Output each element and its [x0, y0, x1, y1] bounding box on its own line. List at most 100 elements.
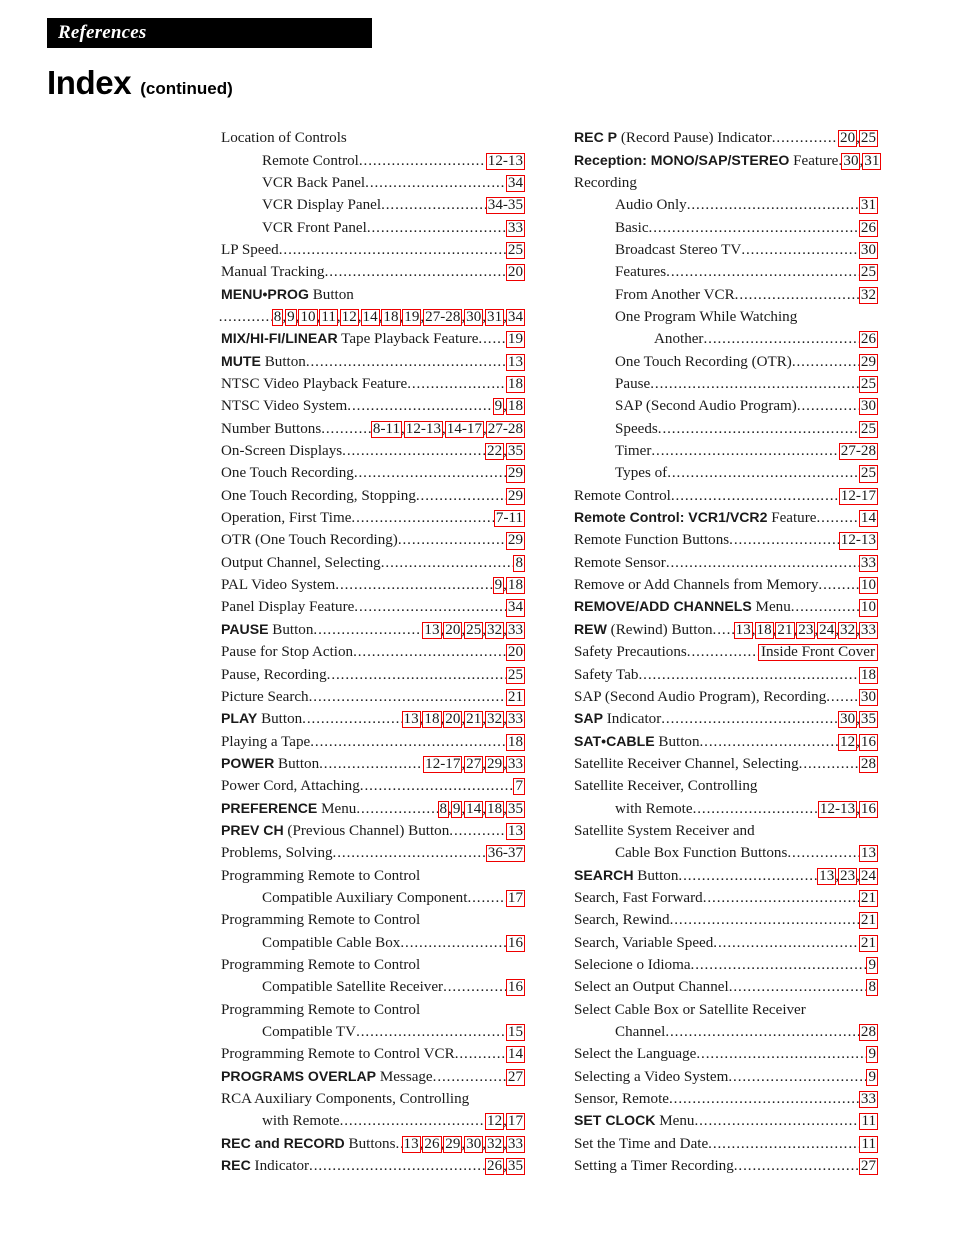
index-entry: Select an Output Channel 8: [574, 973, 878, 997]
leader-dots: [365, 176, 507, 191]
page-number-highlight: 9: [450, 800, 463, 818]
index-entry: Set the Time and Date 11: [574, 1129, 878, 1153]
page-number-group: 9: [866, 1068, 878, 1086]
index-entry-label-bold: REC and RECORD: [221, 1134, 345, 1151]
leader-dots: [792, 355, 860, 370]
leader-dots: [797, 310, 877, 325]
index-entry: PLAY Button 13,18,20,21,32,33: [221, 705, 526, 729]
page-number-highlight: 20: [505, 644, 526, 662]
index-entry-label: Another: [654, 331, 704, 348]
index-entry-label-bold: PREFERENCE: [221, 799, 318, 816]
page-number-highlight: 8: [513, 554, 525, 572]
index-entry: Search, Variable Speed 21: [574, 928, 879, 952]
index-entry-label: Pause: [615, 376, 651, 393]
index-entry-label-plain: Indicator: [602, 711, 662, 728]
leader-dots: [700, 735, 840, 750]
index-entry-label: Problems, Solving: [221, 845, 333, 862]
page-number-highlight: 10: [858, 577, 879, 595]
page-number-highlight: 16: [858, 733, 879, 751]
index-entry: MENU•PROG Button: [221, 280, 524, 303]
leader-dots: [797, 399, 860, 414]
page-number-group: 21: [505, 688, 526, 706]
index-entry: Programming Remote to Control: [221, 906, 524, 928]
leader-dots: [367, 221, 507, 236]
page-number-group: 20: [505, 644, 526, 662]
index-entry-label-bold: REMOVE/ADD CHANNELS: [574, 598, 752, 615]
index-entry-label: Programming Remote to Control: [221, 1001, 421, 1018]
page-number-highlight: 27: [858, 1158, 879, 1176]
index-entry: Operation, First Time 7-11: [221, 504, 526, 528]
leader-dots: [321, 422, 372, 437]
page-number-group: 16: [505, 979, 526, 997]
leader-dots: [666, 556, 860, 571]
leader-dots: [360, 779, 515, 794]
page-number-highlight: 14: [464, 800, 484, 818]
page-number-group: 34: [505, 599, 526, 617]
page-number-highlight: 13: [505, 822, 526, 841]
page-number-group: 12-13: [838, 532, 879, 550]
index-entry: PROGRAMS OVERLAP Message 27: [221, 1062, 526, 1086]
leader-dots: [398, 533, 507, 548]
leader-dots: [354, 466, 507, 481]
page-number-group: 18: [505, 733, 526, 751]
index-entry: Pause, Recording 25: [221, 660, 526, 684]
index-entry: Programming Remote to Control: [221, 861, 524, 883]
index-entry: VCR Back Panel 34: [221, 169, 526, 193]
page-number-highlight: 30: [838, 711, 858, 729]
leader-dots: [420, 913, 524, 928]
index-entry: VCR Display Panel 34-35: [221, 191, 526, 215]
leader-dots: [703, 332, 859, 347]
page-number-highlight: 35: [858, 711, 879, 729]
index-entry: SET CLOCK Menu 11: [574, 1107, 878, 1131]
index-entry-label-plain: (Record Pause) Indicator: [617, 130, 772, 147]
leader-dots: [703, 891, 860, 906]
page-number-group: Inside Front Cover: [757, 644, 879, 662]
page-number-highlight: 8: [866, 979, 878, 997]
index-entry-label: REC and RECORD Buttons: [221, 1136, 395, 1152]
page-number-group: 13, 18, 21, 23, 24, 32, 33: [733, 621, 879, 639]
page-number-highlight: 25: [858, 376, 879, 394]
index-entry-label: SAT•CABLE Button: [574, 733, 700, 750]
index-entry: Problems, Solving 36-37: [221, 839, 526, 863]
index-entry-label: PAL Video System: [221, 577, 336, 594]
leader-dots: [670, 913, 860, 928]
page-number-group: 33: [858, 1091, 879, 1109]
index-entry: Number Buttons 8-11,12-13,14-17,27-28: [221, 414, 526, 438]
page-number-highlight: 33: [505, 711, 526, 729]
leader-dots: [333, 846, 487, 861]
leader-dots: [219, 310, 273, 325]
leader-dots: [347, 131, 524, 146]
page-number-highlight: 21: [858, 889, 879, 908]
index-entry-label: SAP (Second Audio Program), Recording: [574, 688, 827, 705]
page-number-group: 32: [858, 286, 879, 304]
index-entry-label: Compatible Cable Box: [262, 934, 401, 951]
index-entry-label: Cable Box Function Buttons: [615, 845, 788, 862]
index-entry-label: Pause for Stop Action: [221, 644, 354, 661]
index-entry-label: Remote Sensor: [574, 554, 666, 571]
index-entry-label: Remote Control: [574, 487, 671, 504]
index-entry: PREV CH (Previous Channel) Button 13: [221, 817, 526, 841]
page-number-group: 25: [858, 465, 879, 483]
leader-dots: [478, 332, 506, 347]
index-entry-label: Location of Controls: [221, 130, 347, 147]
page-number-group: 12-17, 27, 29, 33: [423, 755, 526, 773]
index-entry: MUTE Button 13: [221, 347, 526, 371]
leader-dots: [395, 1137, 402, 1152]
leader-dots: [325, 265, 507, 280]
page-number-group: 36-37: [485, 845, 526, 863]
page-number-highlight: 33: [505, 1135, 526, 1153]
index-entry-label: NTSC Video Playback Feature: [221, 376, 408, 393]
index-entry-label-plain: Menu: [655, 1113, 695, 1130]
leader-dots: [693, 802, 819, 817]
page-number-highlight: 12-17: [838, 487, 879, 505]
index-entry-label-plain: (Rewind) Button: [606, 621, 713, 638]
page-number-highlight: 20: [443, 621, 463, 639]
index-entry-label-plain: Menu: [751, 599, 791, 616]
page-number-highlight: 30: [858, 241, 879, 260]
page-number-highlight: 18: [381, 308, 401, 327]
page-number-highlight: 13: [422, 621, 442, 639]
index-entry-label: OTR (One Touch Recording): [221, 532, 398, 549]
leader-dots: [708, 1137, 860, 1152]
index-entry: Timer 27-28: [574, 437, 879, 461]
page-number-highlight: 33: [505, 621, 526, 639]
